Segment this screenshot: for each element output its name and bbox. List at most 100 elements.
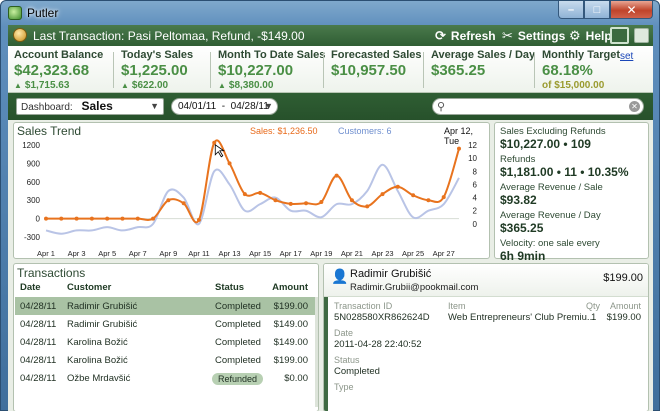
search-input[interactable]: ⚲ ✕ [432, 98, 644, 115]
status-value: Completed [334, 366, 380, 377]
table-row[interactable]: 04/28/11 Ožbe Mrdavšić Refunded $0.00 [15, 369, 318, 387]
stat-sub: ▲ $1,715.63 [14, 80, 103, 91]
table-row[interactable]: 04/28/11 Karolina Božić Completed $149.0… [15, 333, 318, 351]
clear-search-icon[interactable]: ✕ [629, 101, 640, 112]
detail-amount: $199.00 [603, 272, 643, 284]
transactions-title: Transactions [17, 266, 86, 280]
sales-data-point [105, 216, 110, 221]
stat-monthly-target: Monthly Target 68.18% of $15,000.00 [542, 49, 620, 91]
x-tick-label: Apr 15 [249, 249, 271, 258]
sales-data-point [166, 198, 171, 203]
qty-label: Qty [586, 301, 601, 311]
transaction-id-label: Transaction ID [334, 301, 393, 311]
stat-value: $365.25 [431, 62, 486, 79]
chevron-down-icon: ▼ [150, 101, 159, 111]
y-left-tick-label: 300 [27, 196, 41, 205]
type-label: Type [334, 382, 354, 392]
view-toggle-button[interactable] [610, 27, 629, 44]
corner-button[interactable] [634, 28, 649, 43]
stat-account-balance: Account Balance $42,323.68 ▲ $1,715.63 [14, 49, 103, 91]
divider [323, 52, 324, 88]
side-stat-label: Average Revenue / Day [500, 210, 601, 221]
side-stat-label: Refunds [500, 154, 536, 165]
column-amount[interactable]: Amount [272, 282, 308, 293]
customers-series-line [45, 163, 460, 235]
cell-amount: $199.00 [273, 355, 308, 366]
y-left-tick-label: 600 [27, 178, 41, 187]
minimize-button[interactable]: – [558, 1, 584, 19]
sales-data-point [89, 216, 94, 221]
sales-data-point [120, 216, 125, 221]
sales-data-point [334, 173, 339, 178]
settings-button[interactable]: ✂ Settings [502, 28, 565, 44]
top-toolbar: Last Transaction: Pasi Peltomaa, Refund,… [8, 25, 653, 46]
column-date[interactable]: Date [20, 282, 41, 293]
x-tick-label: Apr 19 [310, 249, 332, 258]
date-range-select[interactable]: 04/01/11 - 04/28/11 ▼ [171, 98, 278, 115]
side-stat-value: $365.25 [500, 221, 544, 235]
transaction-detail-panel: 👤 Radimir Grubišić Radimir.Grubii@pookma… [323, 263, 649, 411]
date-value: 2011-04-28 22:40:52 [334, 339, 422, 350]
sales-data-point [441, 195, 446, 200]
side-stat-label: Average Revenue / Sale [500, 182, 603, 193]
x-tick-label: Apr 13 [219, 249, 241, 258]
stat-value: $10,957.50 [331, 62, 407, 79]
title-bar[interactable]: Putler – □ ✕ [1, 1, 659, 25]
stat-forecasted-sales: Forecasted Sales $10,957.50 [331, 49, 422, 91]
transactions-scrollbar[interactable] [315, 297, 318, 407]
sales-data-point [212, 140, 217, 145]
sales-data-point [288, 201, 293, 206]
column-customer[interactable]: Customer [67, 282, 111, 293]
stat-month-to-date: Month To Date Sales $10,227.00 ▲ $8,380.0… [218, 49, 325, 91]
sales-data-point [273, 198, 278, 203]
up-triangle-icon: ▲ [218, 81, 226, 90]
table-row[interactable]: 04/28/11 Radimir Grubišić Completed $199… [15, 297, 318, 315]
y-right-tick-label: 6 [473, 180, 478, 189]
close-button[interactable]: ✕ [610, 1, 653, 19]
set-target-link[interactable]: set [620, 51, 633, 62]
detail-customer-email[interactable]: Radimir.Grubii@pookmail.com [350, 282, 478, 293]
table-row[interactable]: 04/28/11 Radimir Grubišić Completed $149… [15, 315, 318, 333]
cell-customer: Ožbe Mrdavšić [67, 373, 131, 384]
summary-stats: Account Balance $42,323.68 ▲ $1,715.63 To… [8, 46, 653, 93]
y-left-tick-label: 0 [36, 215, 41, 224]
transaction-id-value: 5N028580XR862624D [334, 312, 430, 323]
sales-trend-panel: Sales Trend Sales: $1,236.50 Customers: … [13, 122, 490, 259]
stat-value: $42,323.68 [14, 62, 90, 79]
stat-todays-sales: Today's Sales $1,225.00 ▲ $622.00 [121, 49, 193, 91]
sales-data-point [349, 198, 354, 203]
sales-data-point [242, 192, 247, 197]
refresh-button[interactable]: ⟳ Refresh [435, 28, 496, 44]
user-icon: 👤 [331, 268, 349, 284]
search-icon: ⚲ [437, 101, 446, 113]
sales-trend-chart[interactable]: 1200 900 600 300 0 -300 12 10 8 6 4 2 0 Apr 1 Apr 3 Apr… [14, 123, 491, 260]
app-logo-icon [8, 6, 22, 20]
stat-value: 68.18% [542, 62, 593, 79]
help-button[interactable]: ⚙ Help [569, 28, 612, 44]
sales-data-point [304, 201, 309, 206]
dashboard-select[interactable]: Dashboard: Sales ▼ [16, 98, 164, 115]
detail-customer-name: Radimir Grubišić [350, 268, 432, 280]
maximize-button[interactable]: □ [584, 1, 610, 19]
stat-sub-value: $622.00 [131, 80, 169, 91]
y-right-tick-label: 4 [473, 194, 478, 203]
x-tick-label: Apr 7 [129, 249, 147, 258]
table-row[interactable]: 04/28/11 Karolina Božić Completed $199.0… [15, 351, 318, 369]
window-title: Putler [27, 6, 59, 20]
sales-data-point [181, 201, 186, 206]
stat-average-sales-day: Average Sales / Day $365.25 [431, 49, 535, 91]
sales-data-point [395, 184, 400, 189]
side-stat-label: Velocity: one sale every [500, 238, 600, 249]
sales-data-point [74, 216, 79, 221]
sales-data-point [258, 190, 263, 195]
chevron-down-icon: ▼ [264, 101, 273, 111]
stat-label: Month To Date Sales [218, 49, 326, 61]
x-tick-label: Apr 11 [188, 249, 210, 258]
column-status[interactable]: Status [215, 282, 244, 293]
status-badge: Refunded [212, 373, 264, 385]
x-tick-label: Apr 1 [37, 249, 55, 258]
transactions-header: Date Customer Status Amount [14, 281, 318, 295]
wrench-icon: ✂ [502, 28, 513, 43]
cell-amount: $149.00 [273, 337, 308, 348]
x-tick-label: Apr 9 [159, 249, 177, 258]
